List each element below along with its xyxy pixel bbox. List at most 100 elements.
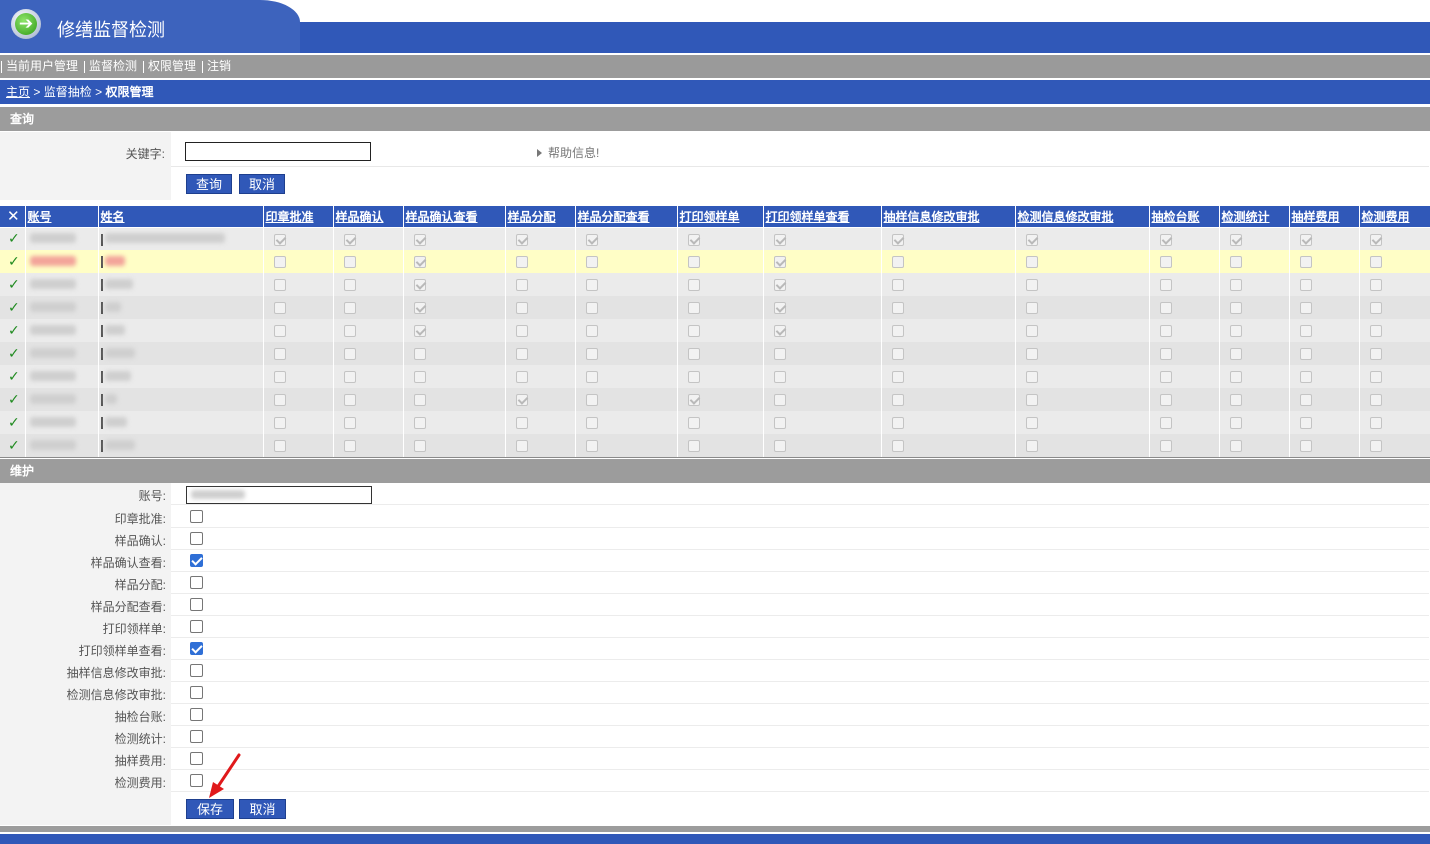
form-cancel-button[interactable]: 取消 <box>239 799 286 819</box>
account-cell <box>25 296 99 319</box>
save-button[interactable]: 保存 <box>186 799 234 819</box>
column-sort-link[interactable]: 打印领样单 <box>680 210 740 224</box>
menu-item-supervision[interactable]: 监督检测 <box>83 55 142 78</box>
table-row[interactable]: ✓ <box>0 342 1430 365</box>
account-field[interactable] <box>186 486 372 504</box>
column-sort-link[interactable]: 印章批准 <box>266 210 314 224</box>
permission-checkbox[interactable] <box>190 554 203 567</box>
table-row[interactable]: ✓ <box>0 296 1430 319</box>
checkmark-icon: ✓ <box>8 230 20 247</box>
column-sort-link[interactable]: 打印领样单查看 <box>766 210 850 224</box>
row-select-cell[interactable]: ✓ <box>0 434 26 457</box>
grid-column-header[interactable]: 检测信息修改审批 <box>1015 206 1150 228</box>
permission-checkbox[interactable] <box>190 598 203 611</box>
column-sort-link[interactable]: 样品分配 <box>508 210 556 224</box>
permission-cell <box>677 319 764 342</box>
query-cancel-button[interactable]: 取消 <box>239 174 285 194</box>
permission-row: 抽样信息修改审批: <box>0 660 1430 682</box>
row-select-cell[interactable]: ✓ <box>0 250 26 273</box>
grid-column-header[interactable]: 样品分配 <box>505 206 576 228</box>
permission-checkbox[interactable] <box>190 730 203 743</box>
table-row[interactable]: ✓ <box>0 227 1430 250</box>
readonly-checkbox <box>687 371 700 384</box>
row-select-cell[interactable]: ✓ <box>0 227 26 250</box>
row-select-cell[interactable]: ✓ <box>0 296 26 319</box>
readonly-checkbox <box>773 325 786 338</box>
permission-checkbox[interactable] <box>190 752 203 765</box>
column-sort-link[interactable]: 姓名 <box>101 210 125 224</box>
column-sort-link[interactable]: 检测费用 <box>1362 210 1410 224</box>
column-sort-link[interactable]: 抽样信息修改审批 <box>884 210 980 224</box>
permission-cell <box>677 273 764 296</box>
permission-cell <box>403 227 506 250</box>
readonly-checkbox <box>273 302 286 315</box>
permission-checkbox[interactable] <box>190 576 203 589</box>
help-info[interactable]: 帮助信息! <box>537 144 599 161</box>
permission-checkbox[interactable] <box>190 708 203 721</box>
permission-cell <box>403 250 506 273</box>
grid-column-header[interactable]: 样品分配查看 <box>575 206 678 228</box>
readonly-checkbox <box>1299 256 1312 269</box>
search-button[interactable]: 查询 <box>186 174 232 194</box>
grid-column-header[interactable]: 抽检台账 <box>1149 206 1220 228</box>
column-sort-link[interactable]: 账号 <box>28 210 52 224</box>
grid-column-header[interactable]: 样品确认 <box>333 206 404 228</box>
menu-item-logout[interactable]: 注销 <box>201 55 236 78</box>
column-sort-link[interactable]: 检测统计 <box>1222 210 1270 224</box>
permission-checkbox[interactable] <box>190 686 203 699</box>
breadcrumb-home-link[interactable]: 主页 <box>6 85 30 99</box>
table-row[interactable]: ✓ <box>0 273 1430 296</box>
row-select-cell[interactable]: ✓ <box>0 342 26 365</box>
grid-column-header[interactable]: 打印领样单查看 <box>763 206 882 228</box>
grid-column-header[interactable]: 抽样信息修改审批 <box>881 206 1016 228</box>
readonly-checkbox <box>1025 371 1038 384</box>
keyword-input[interactable] <box>185 142 371 161</box>
table-row[interactable]: ✓ <box>0 434 1430 457</box>
readonly-checkbox <box>687 279 700 292</box>
permission-checkbox[interactable] <box>190 532 203 545</box>
column-sort-link[interactable]: 样品分配查看 <box>578 210 650 224</box>
column-sort-link[interactable]: 抽检台账 <box>1152 210 1200 224</box>
grid-column-header[interactable]: 姓名 <box>98 206 264 228</box>
permission-checkbox[interactable] <box>190 664 203 677</box>
row-select-cell[interactable]: ✓ <box>0 411 26 434</box>
grid-column-header[interactable]: 检测费用 <box>1359 206 1430 228</box>
permission-cell <box>1289 342 1360 365</box>
readonly-checkbox <box>585 325 598 338</box>
column-sort-link[interactable]: 抽样费用 <box>1292 210 1340 224</box>
permission-label: 抽样信息修改审批: <box>66 666 166 680</box>
column-sort-link[interactable]: 样品确认查看 <box>406 210 478 224</box>
column-sort-link[interactable]: 样品确认 <box>336 210 384 224</box>
row-select-cell[interactable]: ✓ <box>0 319 26 342</box>
help-info-text: 帮助信息! <box>548 146 600 160</box>
grid-column-header[interactable]: 印章批准 <box>263 206 334 228</box>
permission-checkbox[interactable] <box>190 774 203 787</box>
permission-checkbox[interactable] <box>190 510 203 523</box>
permission-cell <box>263 342 334 365</box>
table-row[interactable]: ✓ <box>0 411 1430 434</box>
readonly-checkbox <box>773 417 786 430</box>
readonly-checkbox <box>413 348 426 361</box>
menu-item-user-management[interactable]: 当前用户管理 <box>0 55 83 78</box>
permission-checkbox[interactable] <box>190 642 203 655</box>
readonly-checkbox <box>1025 348 1038 361</box>
table-row[interactable]: ✓ <box>0 365 1430 388</box>
grid-column-header[interactable]: 账号 <box>25 206 99 228</box>
select-all-close-icon[interactable]: ✕ <box>0 206 26 228</box>
row-select-cell[interactable]: ✓ <box>0 273 26 296</box>
row-select-cell[interactable]: ✓ <box>0 388 26 411</box>
menu-item-permissions[interactable]: 权限管理 <box>142 55 201 78</box>
permission-cell <box>263 411 334 434</box>
grid-column-header[interactable]: 抽样费用 <box>1289 206 1360 228</box>
row-select-cell[interactable]: ✓ <box>0 365 26 388</box>
table-row[interactable]: ✓ <box>0 319 1430 342</box>
table-row[interactable]: ✓ <box>0 250 1430 273</box>
column-sort-link[interactable]: 检测信息修改审批 <box>1018 210 1114 224</box>
permission-checkbox[interactable] <box>190 620 203 633</box>
readonly-checkbox <box>1159 325 1172 338</box>
table-row[interactable]: ✓ <box>0 388 1430 411</box>
grid-column-header[interactable]: 样品确认查看 <box>403 206 506 228</box>
grid-column-header[interactable]: 检测统计 <box>1219 206 1290 228</box>
readonly-checkbox <box>273 417 286 430</box>
grid-column-header[interactable]: 打印领样单 <box>677 206 764 228</box>
